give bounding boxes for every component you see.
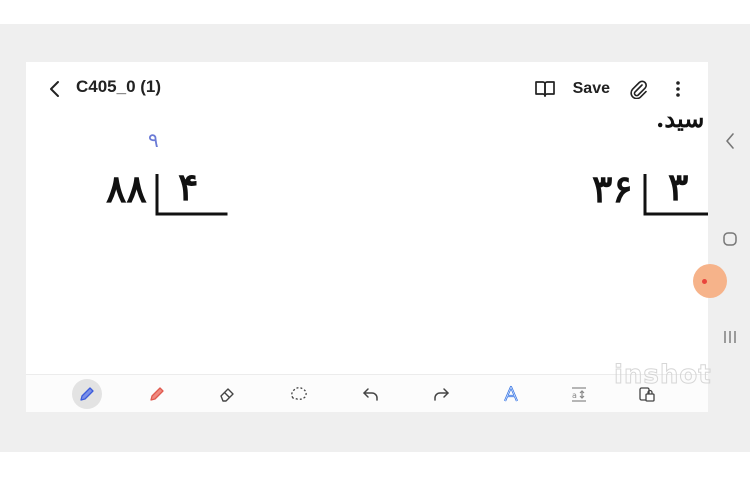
paperclip-icon: [630, 80, 647, 99]
home-icon: [723, 232, 737, 246]
back-icon: [726, 133, 734, 149]
watermark-text: inshot: [614, 360, 712, 391]
recents-icon: [724, 331, 736, 343]
drawing-toolbar: a: [26, 374, 708, 412]
spacing-icon: a: [572, 387, 586, 402]
record-dot-icon: [702, 279, 707, 284]
highlighter-icon: [150, 387, 164, 401]
dividend-left: ۸۸: [106, 166, 147, 211]
dividend-right: ۳۶: [592, 166, 633, 211]
lasso-tool[interactable]: [284, 379, 314, 409]
division-bracket-left: [155, 174, 228, 216]
drawing-canvas[interactable]: سید. ۹ ۸۸ ۴ ۳۶ ۳: [26, 104, 708, 374]
pen-icon: [80, 387, 94, 401]
text-style-tool[interactable]: [496, 379, 526, 409]
division-bracket-right: [643, 174, 708, 216]
text-style-icon: [503, 385, 519, 402]
lasso-icon: [291, 387, 307, 400]
svg-text:a: a: [572, 391, 577, 400]
back-button[interactable]: [42, 76, 68, 102]
save-button[interactable]: Save: [573, 80, 610, 98]
attach-button[interactable]: [626, 77, 650, 101]
system-recents-button[interactable]: [710, 322, 750, 352]
pen-tool[interactable]: [72, 379, 102, 409]
system-back-button[interactable]: [710, 126, 750, 156]
undo-button[interactable]: [356, 379, 386, 409]
eraser-tool[interactable]: [212, 379, 242, 409]
notes-app-window: C405_0 (1) Save سید. ۹ ۸۸ ۴ ۳۶ ۳ a: [26, 62, 708, 412]
system-home-button[interactable]: [710, 224, 750, 254]
highlighter-tool[interactable]: [142, 379, 172, 409]
book-icon: [534, 81, 555, 97]
top-actions: Save: [533, 74, 690, 104]
floating-pen-button[interactable]: [693, 264, 727, 298]
partial-heading-text: سید.: [656, 104, 705, 133]
top-bar: C405_0 (1) Save: [26, 62, 708, 116]
undo-icon: [363, 388, 378, 401]
chevron-left-icon: [50, 81, 59, 97]
read-mode-button[interactable]: [533, 77, 557, 101]
spacing-tool[interactable]: a: [564, 379, 594, 409]
redo-icon: [434, 388, 449, 401]
annotation-digit: ۹: [148, 128, 159, 152]
document-title: C405_0 (1): [76, 77, 162, 96]
more-vertical-icon: [676, 81, 680, 97]
more-options-button[interactable]: [666, 77, 690, 101]
eraser-icon: [220, 388, 234, 402]
redo-button[interactable]: [426, 379, 456, 409]
